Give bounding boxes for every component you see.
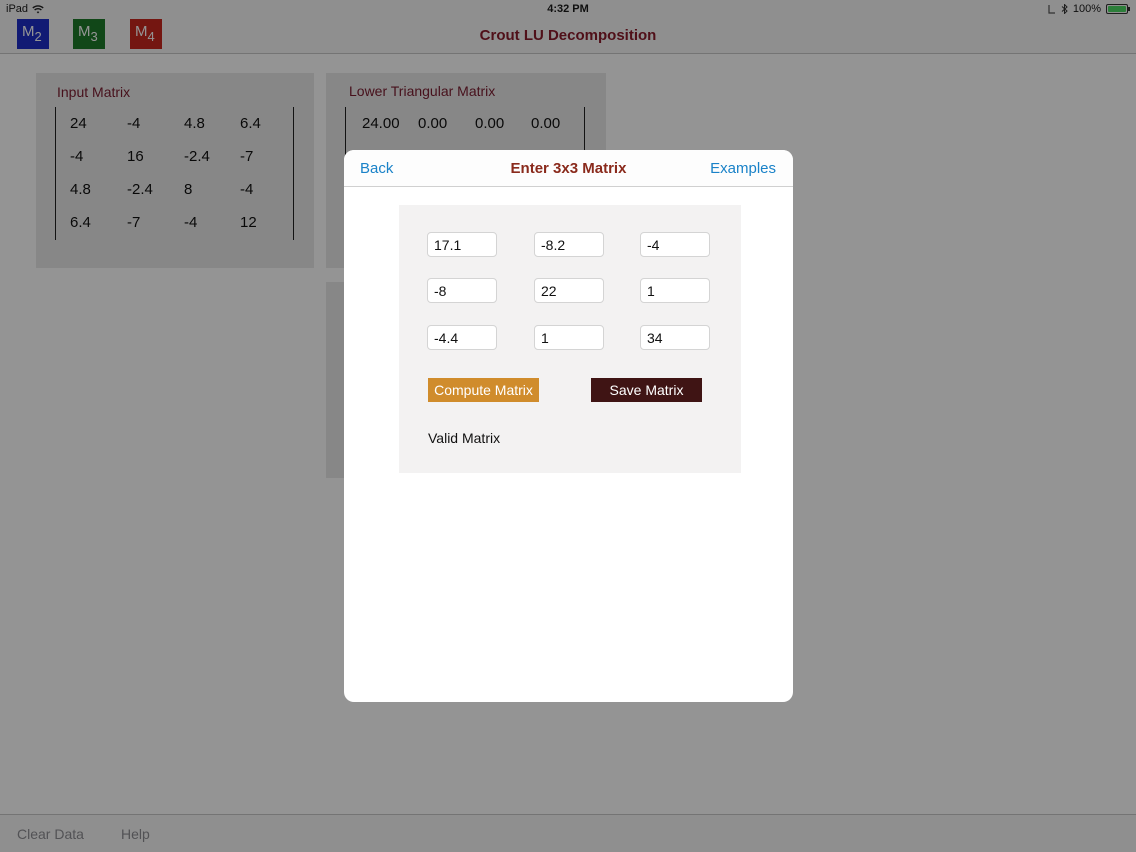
compute-matrix-button[interactable]: Compute Matrix (428, 378, 539, 402)
examples-button[interactable]: Examples (710, 160, 776, 177)
matrix-cell-input-2-0[interactable] (427, 325, 497, 350)
matrix-cell-input-0-1[interactable] (534, 232, 604, 257)
matrix-cell-input-1-2[interactable] (640, 278, 710, 303)
save-matrix-button[interactable]: Save Matrix (591, 378, 702, 402)
matrix-cell-input-2-2[interactable] (640, 325, 710, 350)
validation-status: Valid Matrix (428, 430, 501, 446)
matrix-entry-form: Compute Matrix Save Matrix Valid Matrix (399, 205, 741, 473)
matrix-cell-input-2-1[interactable] (534, 325, 604, 350)
enter-matrix-modal: Back Enter 3x3 Matrix Examples Compute M… (344, 150, 793, 702)
modal-header: Back Enter 3x3 Matrix Examples (344, 150, 793, 187)
matrix-cell-input-1-1[interactable] (534, 278, 604, 303)
matrix-cell-input-0-0[interactable] (427, 232, 497, 257)
matrix-cell-input-0-2[interactable] (640, 232, 710, 257)
matrix-cell-input-1-0[interactable] (427, 278, 497, 303)
